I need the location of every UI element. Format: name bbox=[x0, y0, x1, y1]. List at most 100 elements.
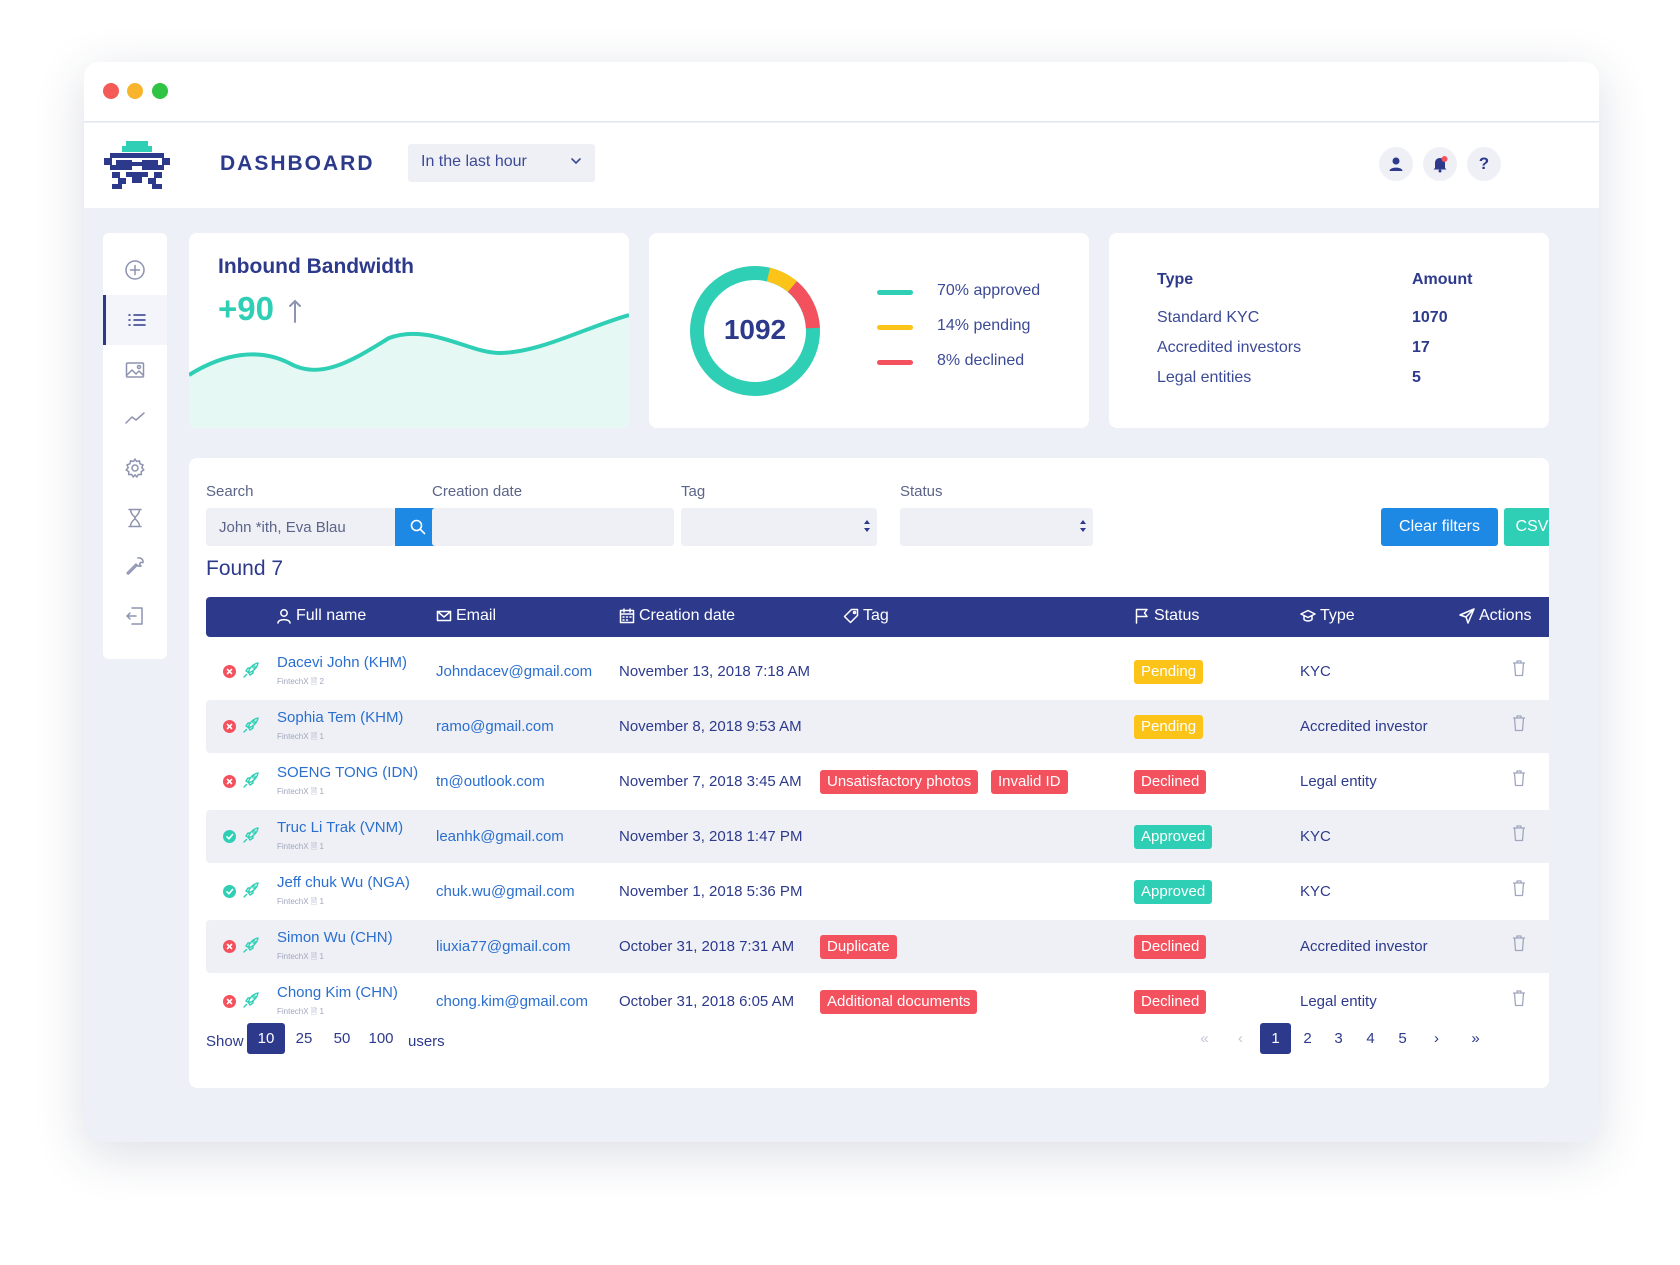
legend-label: 70% approved bbox=[937, 282, 1041, 299]
help-button[interactable]: ? bbox=[1467, 147, 1501, 181]
minimize-window-button[interactable] bbox=[127, 83, 143, 99]
next-page-button[interactable]: › bbox=[1421, 1023, 1452, 1054]
user-email-link[interactable]: ramo@gmail.com bbox=[436, 718, 554, 735]
rocket-icon[interactable] bbox=[242, 771, 260, 789]
table-row[interactable]: Simon Wu (CHN) FintechX 🗎 1 liuxia77@gmail… bbox=[206, 920, 1549, 973]
user-name-link[interactable]: SOENG TONG (IDN) bbox=[277, 764, 418, 781]
user-name-link[interactable]: Sophia Tem (KHM) bbox=[277, 709, 403, 726]
table-row[interactable]: Jeff chuk Wu (NGA) FintechX 🗎 1 chuk.wu@gm… bbox=[206, 865, 1549, 918]
send-icon bbox=[1459, 608, 1475, 624]
time-range-select[interactable]: In the last hour bbox=[408, 144, 595, 182]
trash-icon[interactable] bbox=[1512, 769, 1526, 787]
status-select[interactable] bbox=[900, 508, 1093, 546]
col-tag[interactable]: Tag bbox=[843, 607, 889, 625]
add-icon bbox=[125, 260, 145, 280]
user-email-link[interactable]: tn@outlook.com bbox=[436, 773, 545, 790]
user-name-link[interactable]: Jeff chuk Wu (NGA) bbox=[277, 874, 410, 891]
user-type: KYC bbox=[1300, 663, 1331, 680]
chevron-down-icon bbox=[571, 158, 581, 165]
col-creation-date[interactable]: Creation date bbox=[619, 607, 735, 625]
col-full-name[interactable]: Full name bbox=[276, 607, 366, 625]
page-2-button[interactable]: 2 bbox=[1292, 1023, 1323, 1054]
first-page-button[interactable]: « bbox=[1189, 1023, 1220, 1054]
user-email-link[interactable]: chong.kim@gmail.com bbox=[436, 993, 588, 1010]
user-type: Accredited investor bbox=[1300, 938, 1428, 955]
table-row[interactable]: SOENG TONG (IDN) FintechX 🗎 1 tn@outlook.c… bbox=[206, 755, 1549, 808]
image-icon bbox=[125, 362, 145, 378]
table-row[interactable]: Truc Li Trak (VNM) FintechX 🗎 1 leanhk@gma… bbox=[206, 810, 1549, 863]
sidebar-item-add[interactable] bbox=[103, 245, 167, 295]
sidebar bbox=[103, 233, 167, 659]
prev-page-button[interactable]: ‹ bbox=[1225, 1023, 1256, 1054]
user-name-link[interactable]: Chong Kim (CHN) bbox=[277, 984, 398, 1001]
search-input[interactable]: John *ith, Eva Blau bbox=[206, 508, 395, 546]
page-size-label: Show bbox=[206, 1033, 244, 1050]
user-type: KYC bbox=[1300, 883, 1331, 900]
page-5-button[interactable]: 5 bbox=[1387, 1023, 1418, 1054]
page-4-button[interactable]: 4 bbox=[1355, 1023, 1386, 1054]
page-size-25[interactable]: 25 bbox=[289, 1023, 319, 1054]
creation-date: November 3, 2018 1:47 PM bbox=[619, 828, 803, 845]
table-row[interactable]: Sophia Tem (KHM) FintechX 🗎 1 ramo@gmail.c… bbox=[206, 700, 1549, 753]
maximize-window-button[interactable] bbox=[152, 83, 168, 99]
rocket-icon[interactable] bbox=[242, 991, 260, 1009]
sidebar-item-list[interactable] bbox=[103, 295, 167, 345]
trash-icon[interactable] bbox=[1512, 934, 1526, 952]
user-type: Legal entity bbox=[1300, 993, 1377, 1010]
sidebar-item-settings[interactable] bbox=[103, 443, 167, 493]
trash-icon[interactable] bbox=[1512, 879, 1526, 897]
rocket-icon[interactable] bbox=[242, 826, 260, 844]
rocket-icon[interactable] bbox=[242, 716, 260, 734]
time-range-value: In the last hour bbox=[421, 153, 527, 170]
user-button[interactable] bbox=[1379, 147, 1413, 181]
list-icon bbox=[127, 314, 146, 326]
rocket-icon[interactable] bbox=[242, 661, 260, 679]
user-org: FintechX 🗎 2 bbox=[277, 677, 324, 686]
user-name-link[interactable]: Dacevi John (KHM) bbox=[277, 654, 407, 671]
page-size-100[interactable]: 100 bbox=[363, 1023, 399, 1054]
sidebar-item-pending[interactable] bbox=[103, 493, 167, 543]
user-email-link[interactable]: liuxia77@gmail.com bbox=[436, 938, 570, 955]
user-name-link[interactable]: Simon Wu (CHN) bbox=[277, 929, 393, 946]
table-row[interactable]: Dacevi John (KHM) FintechX 🗎 2 Johndacev@g… bbox=[206, 645, 1549, 698]
table-row[interactable]: Chong Kim (CHN) FintechX 🗎 1 chong.kim@gma… bbox=[206, 975, 1549, 1028]
search-icon bbox=[410, 519, 426, 535]
tag-select[interactable] bbox=[681, 508, 877, 546]
close-window-button[interactable] bbox=[103, 83, 119, 99]
trash-icon[interactable] bbox=[1512, 714, 1526, 732]
col-label: Creation date bbox=[639, 607, 736, 624]
user-name-link[interactable]: Truc Li Trak (VNM) bbox=[277, 819, 403, 836]
csv-export-button[interactable]: CSV bbox=[1504, 508, 1549, 546]
col-label: Full name bbox=[296, 607, 367, 624]
page-size-50[interactable]: 50 bbox=[327, 1023, 357, 1054]
creation-date: November 1, 2018 5:36 PM bbox=[619, 883, 803, 900]
status-badge: Pending bbox=[1134, 660, 1204, 684]
page-1-button[interactable]: 1 bbox=[1260, 1023, 1291, 1054]
user-email-link[interactable]: leanhk@gmail.com bbox=[436, 828, 564, 845]
creation-date-input[interactable] bbox=[432, 508, 674, 546]
sidebar-item-logout[interactable] bbox=[103, 591, 167, 641]
rocket-icon[interactable] bbox=[242, 936, 260, 954]
clear-filters-button[interactable]: Clear filters bbox=[1381, 508, 1498, 546]
page-3-button[interactable]: 3 bbox=[1323, 1023, 1354, 1054]
last-page-button[interactable]: » bbox=[1460, 1023, 1491, 1054]
trash-icon[interactable] bbox=[1512, 659, 1526, 677]
col-type[interactable]: Type bbox=[1300, 607, 1355, 625]
user-email-link[interactable]: chuk.wu@gmail.com bbox=[436, 883, 575, 900]
trash-icon[interactable] bbox=[1512, 989, 1526, 1007]
notifications-button[interactable] bbox=[1423, 147, 1457, 181]
trash-icon[interactable] bbox=[1512, 824, 1526, 842]
rocket-icon[interactable] bbox=[242, 881, 260, 899]
status-badge: Declined bbox=[1134, 990, 1207, 1014]
sidebar-item-analytics[interactable] bbox=[103, 393, 167, 443]
sidebar-item-tools[interactable] bbox=[103, 541, 167, 591]
page-size-10[interactable]: 10 bbox=[247, 1023, 285, 1054]
user-org: FintechX 🗎 1 bbox=[277, 897, 324, 906]
donut-total: 1092 bbox=[723, 314, 787, 345]
col-email[interactable]: Email bbox=[436, 607, 496, 625]
logo[interactable] bbox=[104, 141, 170, 191]
col-status[interactable]: Status bbox=[1134, 607, 1199, 625]
sidebar-item-images[interactable] bbox=[103, 345, 167, 395]
user-email-link[interactable]: Johndacev@gmail.com bbox=[436, 663, 592, 680]
tag-badge: Additional documents bbox=[820, 990, 978, 1014]
